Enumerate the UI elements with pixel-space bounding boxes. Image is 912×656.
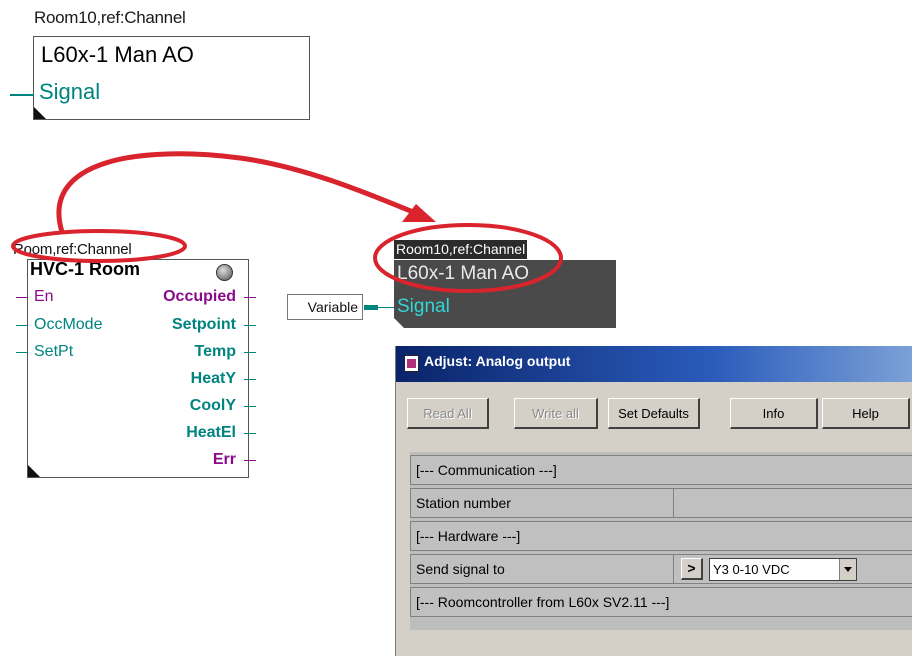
- row-label: Send signal to: [416, 561, 505, 577]
- annotation-arrow-curve: [56, 151, 419, 233]
- dialog-titlebar[interactable]: Adjust: Analog output: [396, 346, 912, 382]
- adjust-dialog: Adjust: Analog output Read All Write all…: [395, 346, 912, 656]
- row-label: [--- Communication ---]: [416, 462, 557, 478]
- app-icon: [404, 355, 419, 372]
- param-row-station-number[interactable]: Station number: [410, 488, 912, 518]
- row-label: [--- Hardware ---]: [416, 528, 521, 544]
- row-label: [--- Roomcontroller from L60x SV2.11 ---…: [416, 594, 670, 610]
- send-signal-select[interactable]: Y3 0-10 VDC: [709, 558, 857, 581]
- annotation-ellipse-target: [373, 223, 563, 293]
- annotation-ellipse-source: [11, 229, 187, 263]
- expand-arrow-button[interactable]: >: [681, 558, 703, 580]
- select-value: Y3 0-10 VDC: [713, 562, 790, 577]
- param-row-send-signal-to[interactable]: Send signal to > Y3 0-10 VDC: [410, 554, 912, 584]
- info-button[interactable]: Info: [730, 398, 818, 429]
- set-defaults-button[interactable]: Set Defaults: [608, 398, 700, 429]
- parameter-grid: [--- Communication ---] Station number […: [410, 452, 912, 630]
- section-header-roomcontroller: [--- Roomcontroller from L60x SV2.11 ---…: [410, 587, 912, 617]
- section-header-communication: [--- Communication ---]: [410, 455, 912, 485]
- section-header-hardware: [--- Hardware ---]: [410, 521, 912, 551]
- row-label: Station number: [416, 495, 511, 511]
- help-button[interactable]: Help: [822, 398, 910, 429]
- annotation-arrow-head: [402, 204, 436, 222]
- read-all-button[interactable]: Read All: [407, 398, 489, 429]
- write-all-button[interactable]: Write all: [514, 398, 598, 429]
- chevron-down-icon[interactable]: [839, 559, 856, 580]
- dialog-title: Adjust: Analog output: [424, 353, 571, 369]
- column-separator: [673, 488, 674, 518]
- column-separator: [673, 554, 674, 584]
